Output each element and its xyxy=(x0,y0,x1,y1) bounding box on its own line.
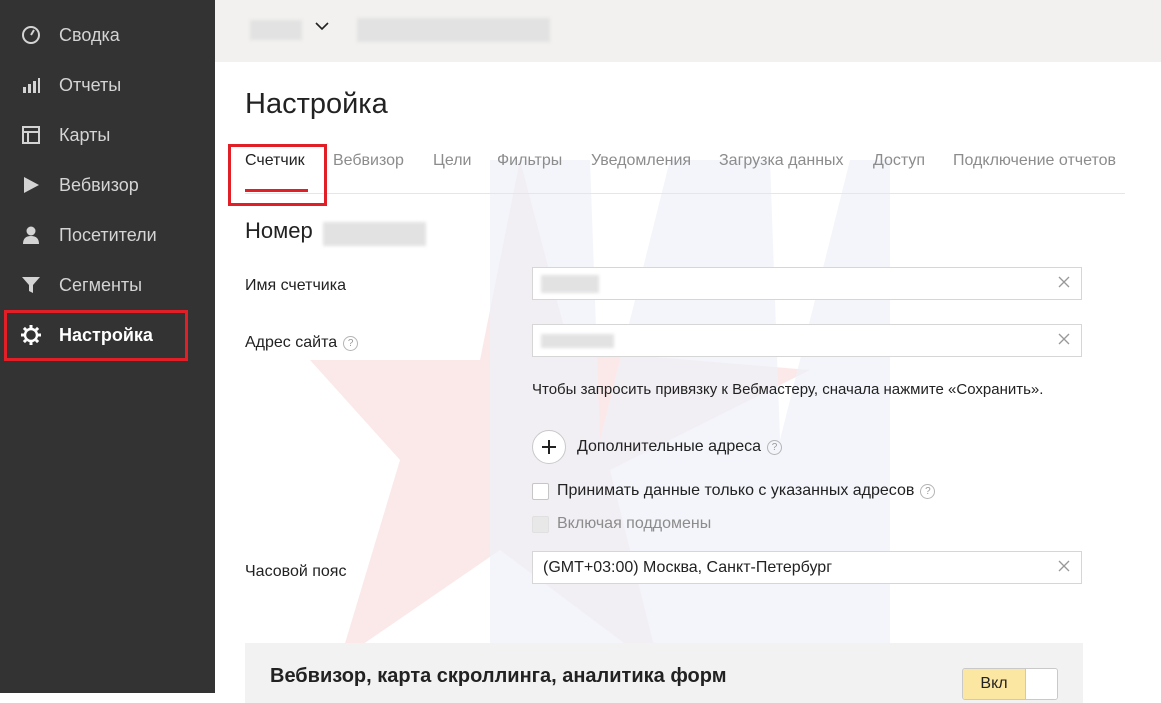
sidebar-item-maps[interactable]: Карты xyxy=(0,110,215,160)
counter-name-value-redacted xyxy=(541,275,599,293)
sidebar-item-visitors[interactable]: Посетители xyxy=(0,210,215,260)
highlight-box xyxy=(228,144,327,206)
site-url-redacted xyxy=(357,18,550,42)
help-icon[interactable]: ? xyxy=(767,439,783,455)
filter-icon xyxy=(20,274,42,296)
help-icon[interactable]: ? xyxy=(920,483,936,499)
help-icon[interactable]: ? xyxy=(343,335,359,351)
clear-icon[interactable] xyxy=(1057,559,1071,573)
tab-notifications[interactable]: Уведомления xyxy=(591,152,691,170)
tab-goals[interactable]: Цели xyxy=(433,152,471,170)
tabs-divider xyxy=(245,193,1125,194)
highlight-box xyxy=(4,310,188,361)
sidebar-item-label: Посетители xyxy=(59,224,157,245)
sidebar-item-label: Вебвизор xyxy=(59,174,139,195)
webmaster-hint: Чтобы запросить привязку к Вебмастеру, с… xyxy=(532,381,1044,398)
person-icon xyxy=(20,224,42,246)
include-subdomains-row: Включая поддомены xyxy=(532,515,711,533)
only-listed-addresses-checkbox[interactable] xyxy=(532,482,549,500)
chevron-down-icon[interactable] xyxy=(313,20,331,32)
tab-report-connection[interactable]: Подключение отчетов xyxy=(953,152,1116,170)
timezone-label: Часовой пояс xyxy=(245,563,347,580)
sidebar-item-webvisor[interactable]: Вебвизор xyxy=(0,160,215,210)
plus-icon xyxy=(542,440,556,454)
clear-icon[interactable] xyxy=(1057,332,1071,346)
add-address-button[interactable] xyxy=(532,430,566,464)
webvisor-panel-title: Вебвизор, карта скроллинга, аналитика фо… xyxy=(270,665,727,687)
counter-selector[interactable] xyxy=(250,20,302,40)
play-icon xyxy=(20,174,42,196)
site-address-label: Адрес сайта ? xyxy=(245,334,359,352)
clear-icon[interactable] xyxy=(1057,275,1071,289)
tab-webvisor[interactable]: Вебвизор xyxy=(333,152,404,170)
toggle-on-label: Вкл xyxy=(963,669,1025,699)
toggle-knob xyxy=(1025,669,1057,699)
only-listed-addresses-row[interactable]: Принимать данные только с указанных адре… xyxy=(532,482,936,500)
map-layout-icon xyxy=(20,124,42,146)
sidebar-item-reports[interactable]: Отчеты xyxy=(0,60,215,110)
site-address-value-redacted xyxy=(541,334,614,348)
tab-filters[interactable]: Фильтры xyxy=(497,152,562,170)
include-subdomains-checkbox xyxy=(532,515,549,533)
timezone-value: (GMT+03:00) Москва, Санкт-Петербург xyxy=(543,558,833,576)
bar-chart-icon xyxy=(20,74,42,96)
counter-name-input[interactable] xyxy=(532,267,1082,300)
sidebar-item-label: Карты xyxy=(59,124,111,145)
sidebar-item-segments[interactable]: Сегменты xyxy=(0,260,215,310)
sidebar-item-label: Отчеты xyxy=(59,74,122,95)
counter-number-redacted xyxy=(323,222,426,246)
webvisor-toggle[interactable]: Вкл xyxy=(962,668,1058,700)
additional-addresses-label: Дополнительные адреса ? xyxy=(577,438,783,456)
sidebar-item-label: Сводка xyxy=(59,24,120,45)
tab-access[interactable]: Доступ xyxy=(873,152,925,170)
sidebar-item-summary[interactable]: Сводка xyxy=(0,10,215,60)
site-address-input[interactable] xyxy=(532,324,1082,357)
tab-data-upload[interactable]: Загрузка данных xyxy=(719,152,844,170)
page-title: Настройка xyxy=(245,88,388,120)
speedometer-icon xyxy=(20,24,42,46)
counter-number-heading: Номер xyxy=(245,218,313,243)
timezone-input[interactable]: (GMT+03:00) Москва, Санкт-Петербург xyxy=(532,551,1082,584)
sidebar: Сводка Отчеты Карты Вебвизор Посетители … xyxy=(0,0,215,693)
sidebar-item-label: Сегменты xyxy=(59,274,143,295)
counter-name-label: Имя счетчика xyxy=(245,277,346,294)
